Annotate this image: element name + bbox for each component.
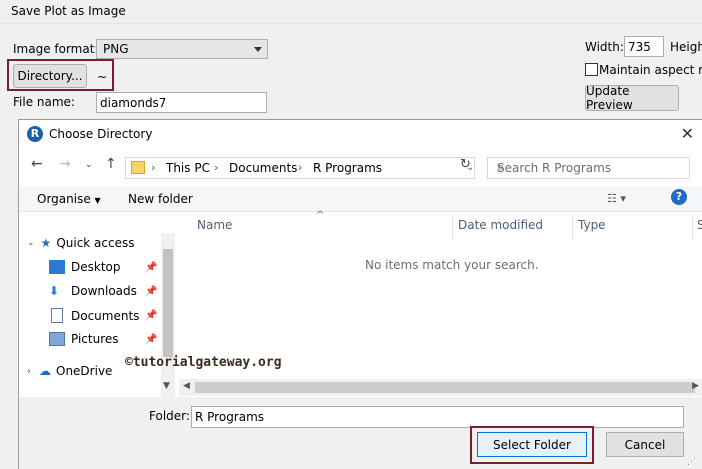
nav-desktop-label: Desktop (71, 260, 121, 274)
view-options-icon[interactable]: ☷ ▾ (607, 192, 626, 205)
breadcrumb-documents[interactable]: Documents (229, 161, 297, 175)
pictures-icon (49, 332, 65, 346)
maintain-aspect-label: Maintain aspect rati (599, 63, 702, 77)
column-divider (572, 216, 573, 240)
directory-button[interactable]: Directory... (13, 64, 87, 88)
nav-documents-label: Documents (71, 308, 140, 323)
chevron-down-icon (254, 47, 262, 52)
folder-input[interactable]: R Programs (191, 406, 684, 428)
chevron-right-icon: › (151, 161, 156, 174)
up-arrow-icon[interactable]: ↑ (105, 156, 117, 172)
forward-arrow-icon[interactable]: → (59, 156, 71, 172)
image-format-value: PNG (103, 42, 129, 56)
width-input[interactable]: 735 (624, 36, 664, 57)
close-icon[interactable]: ✕ (681, 124, 694, 143)
column-date-modified[interactable]: Date modified (458, 218, 543, 232)
chevron-right-icon: › (214, 161, 219, 174)
pin-icon[interactable]: 📌 (145, 334, 157, 345)
scroll-down-icon[interactable]: ▼ (163, 381, 170, 391)
pin-icon[interactable]: 📌 (145, 310, 157, 321)
pin-icon[interactable]: 📌 (145, 286, 157, 297)
column-divider (692, 216, 693, 240)
download-icon: ⬇ (49, 284, 60, 298)
dialog-title: Choose Directory (49, 127, 153, 141)
r-app-icon: R (27, 126, 43, 142)
pin-icon[interactable]: 📌 (145, 262, 157, 273)
scrollbar-thumb[interactable] (163, 249, 173, 357)
star-icon: ★ (40, 236, 52, 250)
nav-pictures-label: Pictures (71, 332, 119, 346)
folder-icon (131, 161, 145, 174)
sort-up-icon: ^ (316, 210, 325, 221)
image-format-label: Image format: (13, 42, 99, 56)
recent-locations-icon[interactable]: ⌄ (85, 160, 93, 170)
nav-downloads-label: Downloads (71, 284, 137, 298)
dialog-title-bar: R Choose Directory ✕ (19, 120, 702, 148)
nav-onedrive[interactable]: › ☁ OneDrive (27, 364, 112, 378)
refresh-icon[interactable]: ↻ (460, 157, 471, 172)
select-folder-button[interactable]: Select Folder (477, 432, 587, 457)
search-input[interactable]: Search R Programs ⌕ (487, 157, 690, 179)
nav-desktop[interactable]: Desktop (49, 260, 121, 274)
expand-chevron-icon[interactable]: › (27, 366, 31, 377)
breadcrumb-this-pc[interactable]: This PC (166, 161, 210, 175)
dialog-footer: Folder: R Programs Select Folder Cancel … (19, 397, 702, 469)
cloud-icon: ☁ (39, 364, 51, 378)
expand-chevron-icon[interactable]: ⌄ (27, 238, 35, 248)
new-folder-button[interactable]: New folder (128, 192, 193, 206)
outer-title-bar: Save Plot as Image (0, 0, 702, 24)
resize-grip-icon[interactable]: ⋰ (687, 457, 696, 467)
help-icon[interactable]: ? (671, 189, 687, 205)
nav-pictures[interactable]: Pictures (49, 332, 119, 346)
image-format-select[interactable]: PNG (96, 39, 268, 59)
search-icon: ⌕ (497, 160, 505, 175)
cancel-button[interactable]: Cancel (606, 432, 684, 457)
documents-icon (51, 308, 63, 323)
empty-message: No items match your search. (365, 258, 539, 272)
directory-path: ~ (97, 70, 108, 84)
file-name-label: File name: (13, 95, 75, 109)
scrollbar-thumb[interactable] (195, 382, 695, 393)
address-bar[interactable]: › This PC › Documents › R Programs ⌄ (125, 157, 475, 179)
breadcrumb-r-programs[interactable]: R Programs (313, 161, 382, 175)
organise-button[interactable]: Organise ▼ (37, 192, 101, 206)
nav-quick-access[interactable]: ⌄ ★ Quick access (27, 236, 135, 250)
column-divider (452, 216, 453, 240)
nav-quick-access-label: Quick access (56, 236, 135, 250)
organise-label: Organise (37, 192, 91, 206)
desktop-icon (49, 260, 65, 274)
height-label: Heigh (670, 40, 702, 54)
choose-directory-dialog: R Choose Directory ✕ ← → ⌄ ↑ › This PC ›… (18, 119, 702, 469)
nav-documents[interactable]: Documents (49, 308, 139, 323)
column-size[interactable]: S (697, 218, 702, 232)
caret-down-icon: ▼ (94, 196, 101, 205)
update-preview-button[interactable]: Update Preview (585, 84, 679, 112)
watermark: ©tutorialgateway.org (125, 355, 282, 370)
file-list-hscrollbar[interactable]: ◀ ▶ (179, 379, 702, 396)
column-type[interactable]: Type (578, 218, 606, 232)
outer-title: Save Plot as Image (11, 4, 126, 18)
nav-onedrive-label: OneDrive (56, 364, 113, 378)
back-arrow-icon[interactable]: ← (31, 156, 43, 172)
width-label: Width: (585, 40, 624, 54)
scroll-left-icon[interactable]: ◀ (183, 381, 190, 391)
nav-downloads[interactable]: ⬇ Downloads (49, 284, 137, 298)
chevron-right-icon: › (298, 161, 303, 174)
folder-label: Folder: (149, 409, 190, 423)
nav-pane-scrollbar[interactable]: ▼ (161, 233, 175, 397)
command-bar: Organise ▼ New folder ☷ ▾ ? (19, 186, 702, 212)
column-name[interactable]: Name (197, 218, 232, 232)
scroll-right-icon[interactable]: ▶ (692, 381, 699, 391)
file-name-input[interactable]: diamonds7 (96, 92, 267, 113)
maintain-aspect-checkbox[interactable] (585, 63, 598, 76)
